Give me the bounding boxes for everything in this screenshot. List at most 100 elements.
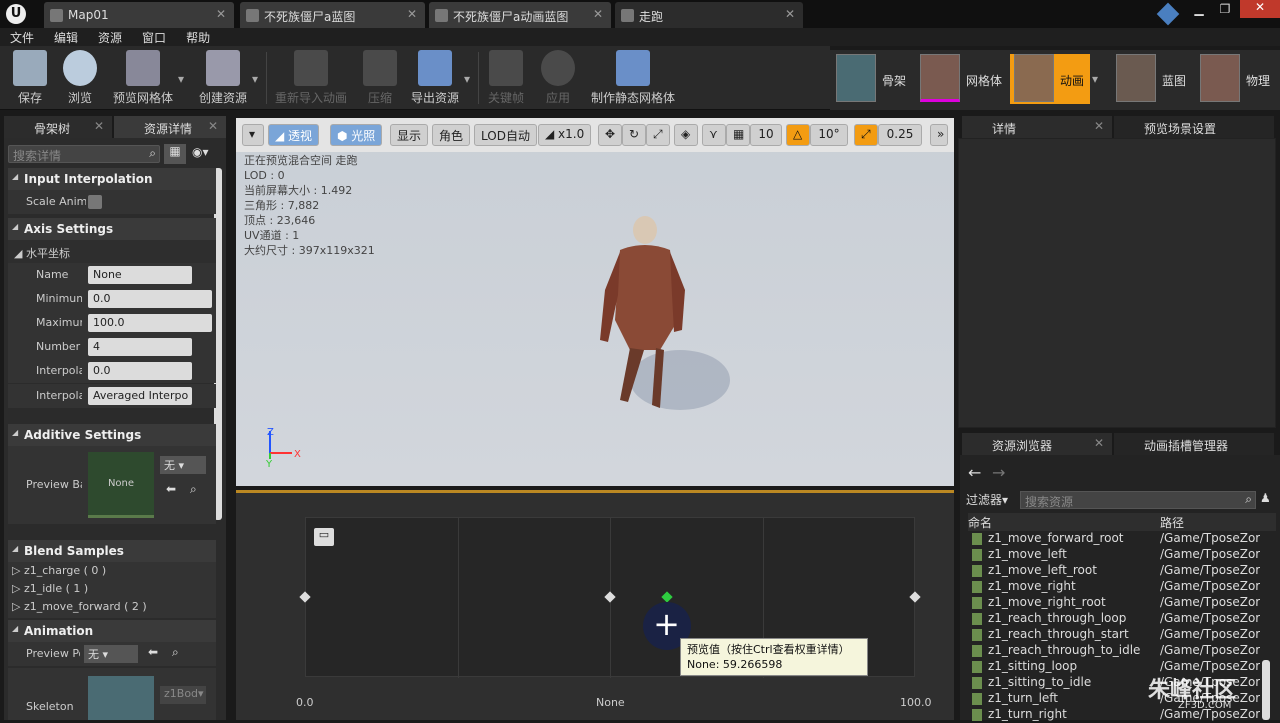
scale-anim-checkbox[interactable] <box>88 195 102 209</box>
lod-button[interactable]: LOD自动 <box>474 124 537 146</box>
perspective-button[interactable]: ◢ 透视 <box>268 124 320 146</box>
arrow-left-icon[interactable]: ⬅ <box>166 482 176 496</box>
tab-asset-details[interactable]: 资源详情 ✕ <box>114 116 226 138</box>
forward-arrow-icon[interactable]: → <box>992 463 1005 482</box>
show-button[interactable]: 显示 <box>390 124 429 146</box>
rotate-icon[interactable]: ↻ <box>622 124 646 146</box>
preview-base-select[interactable]: 无 ▾ <box>160 456 206 474</box>
column-header-path[interactable]: 路径 <box>1158 513 1276 531</box>
world-local-icon[interactable]: ◈ <box>674 124 698 146</box>
close-icon[interactable]: ✕ <box>1094 436 1104 450</box>
eye-icon[interactable]: ◉▾ <box>192 145 209 159</box>
user-icon[interactable]: ♟ <box>1260 491 1271 505</box>
mode-animation[interactable]: 动画 <box>1010 54 1090 104</box>
mode-skeleton[interactable]: 骨架 <box>832 54 914 104</box>
column-header-name[interactable]: 命名 <box>968 513 1158 531</box>
minimize-button[interactable]: ▁ <box>1186 2 1212 18</box>
export-asset-button[interactable]: 导出资源 <box>408 50 462 108</box>
close-icon[interactable]: ✕ <box>208 119 218 133</box>
character-button[interactable]: 角色 <box>432 124 471 146</box>
viewport-options-dropdown[interactable]: ▾ <box>242 124 264 146</box>
search-icon[interactable]: ⌕ <box>172 645 179 660</box>
maximum-input[interactable]: 100.0 <box>88 314 212 332</box>
scrollbar[interactable] <box>1262 660 1270 720</box>
blend-sample-item[interactable]: ▷ z1_idle ( 1 ) <box>12 582 88 595</box>
animation-dropdown[interactable]: ▾ <box>1092 54 1104 104</box>
translate-icon[interactable]: ✥ <box>598 124 622 146</box>
tab-zombie-blueprint[interactable]: 不死族僵尸a蓝图 ✕ <box>240 2 425 28</box>
tab-walk-run[interactable]: 走跑 ✕ <box>615 2 803 28</box>
lit-button[interactable]: ⬢ 光照 <box>330 124 383 146</box>
preview-pose-select[interactable]: 无 ▾ <box>84 645 138 663</box>
maximize-viewport-icon[interactable]: » <box>930 124 948 146</box>
compress-button[interactable]: 压缩 <box>360 50 400 108</box>
section-input-interpolation[interactable]: Input Interpolation <box>8 168 216 190</box>
section-animation[interactable]: Animation <box>8 620 216 642</box>
scale-icon[interactable]: ⤢ <box>646 124 670 146</box>
asset-row[interactable]: z1_move_forward_root/Game/TposeZor <box>968 531 1268 547</box>
make-static-mesh-button[interactable]: 制作静态网格体 <box>588 50 678 108</box>
section-axis-settings[interactable]: Axis Settings <box>8 218 216 240</box>
apply-button[interactable]: 应用 <box>536 50 580 108</box>
grid-options-icon[interactable]: ▭ <box>314 528 334 546</box>
save-button[interactable]: 保存 <box>8 50 52 108</box>
section-blend-samples[interactable]: Blend Samples <box>8 540 216 562</box>
axis-name-input[interactable]: None <box>88 266 192 284</box>
surface-snap-icon[interactable]: ⋎ <box>702 124 726 146</box>
search-icon[interactable]: ⌕ <box>190 482 197 497</box>
reimport-button[interactable]: 重新导入动画 <box>272 50 350 108</box>
unreal-logo-icon[interactable]: U <box>6 4 26 24</box>
tab-details[interactable]: 详情 ✕ <box>962 116 1112 138</box>
scale-snap-value[interactable]: 0.25 <box>878 124 922 146</box>
minimum-input[interactable]: 0.0 <box>88 290 212 308</box>
keyframe-button[interactable]: 关键帧 <box>484 50 528 108</box>
grid-divisions-input[interactable]: 4 <box>88 338 192 356</box>
skeleton-select[interactable]: z1Bod▾ <box>160 686 206 704</box>
close-button[interactable]: ✕ <box>1240 0 1280 18</box>
mode-mesh[interactable]: 网格体 <box>916 54 1008 104</box>
tab-content-browser[interactable]: 资源浏览器 ✕ <box>962 433 1112 455</box>
preview-base-thumbnail[interactable]: None <box>88 452 154 518</box>
maximize-button[interactable]: ❐ <box>1212 2 1238 18</box>
grid-view-icon[interactable]: ▦ <box>164 144 186 164</box>
back-arrow-icon[interactable]: ← <box>968 463 981 482</box>
asset-search-input[interactable]: 搜索资源 ⌕ <box>1020 491 1256 509</box>
grid-snap-icon[interactable]: ▦ <box>726 124 750 146</box>
menu-help[interactable]: 帮助 <box>176 28 220 46</box>
asset-row[interactable]: z1_move_left_root/Game/TposeZor <box>968 563 1268 579</box>
preview-mesh-button[interactable]: 预览网格体 <box>110 50 176 108</box>
asset-row[interactable]: z1_reach_through_start/Game/TposeZor <box>968 627 1268 643</box>
close-icon[interactable]: ✕ <box>593 7 603 21</box>
rotation-snap-value[interactable]: 10° <box>810 124 848 146</box>
details-search-input[interactable]: 搜索详情 ⌕ <box>8 145 160 163</box>
skeleton-thumbnail-icon[interactable] <box>88 676 154 720</box>
asset-row[interactable]: z1_move_right/Game/TposeZor <box>968 579 1268 595</box>
tab-skeleton-tree[interactable]: 骨架树 ✕ <box>4 116 112 138</box>
close-icon[interactable]: ✕ <box>407 7 417 21</box>
section-additive-settings[interactable]: Additive Settings <box>8 424 216 446</box>
mode-blueprint[interactable]: 蓝图 <box>1112 54 1194 104</box>
menu-edit[interactable]: 编辑 <box>44 28 88 46</box>
asset-row[interactable]: z1_reach_through_to_idle/Game/TposeZor <box>968 643 1268 659</box>
playback-speed-button[interactable]: ◢ x1.0 <box>538 124 592 146</box>
tab-preview-scene[interactable]: 预览场景设置 <box>1114 116 1274 138</box>
filter-button[interactable]: 过滤器▾ <box>966 491 1016 509</box>
blend-sample-item[interactable]: ▷ z1_move_forward ( 2 ) <box>12 600 147 613</box>
close-icon[interactable]: ✕ <box>94 119 104 133</box>
interpolation-time-input[interactable]: 0.0 <box>88 362 192 380</box>
rotation-snap-icon[interactable]: △ <box>786 124 810 146</box>
mode-physics[interactable]: 物理 <box>1196 54 1278 104</box>
tab-map01[interactable]: Map01 ✕ <box>44 2 234 28</box>
browse-button[interactable]: 浏览 <box>58 50 102 108</box>
blend-sample-item[interactable]: ▷ z1_charge ( 0 ) <box>12 564 106 577</box>
interpolation-type-select[interactable]: Averaged Interpo <box>88 387 192 405</box>
menu-asset[interactable]: 资源 <box>88 28 132 46</box>
menu-window[interactable]: 窗口 <box>132 28 176 46</box>
source-control-icon[interactable] <box>1156 2 1180 26</box>
close-icon[interactable]: ✕ <box>1094 119 1104 133</box>
grid-snap-value[interactable]: 10 <box>750 124 782 146</box>
asset-row[interactable]: z1_move_right_root/Game/TposeZor <box>968 595 1268 611</box>
close-icon[interactable]: ✕ <box>216 7 226 21</box>
asset-row[interactable]: z1_move_left/Game/TposeZor <box>968 547 1268 563</box>
tab-zombie-anim-blueprint[interactable]: 不死族僵尸a动画蓝图 ✕ <box>429 2 611 28</box>
